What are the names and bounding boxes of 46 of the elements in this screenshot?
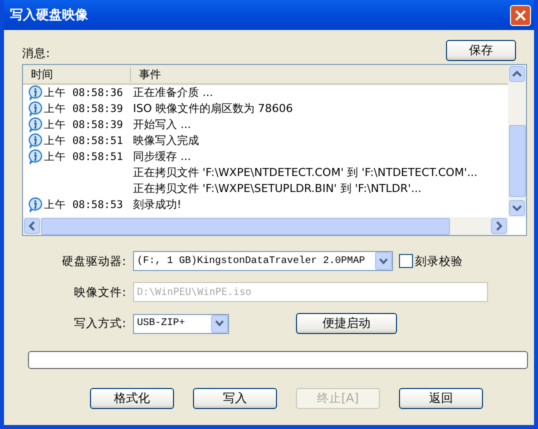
image-file-label: 映像文件: <box>73 284 126 300</box>
info-icon <box>27 133 43 149</box>
column-header[interactable]: 事件 <box>131 66 161 82</box>
scroll-up-button[interactable] <box>509 66 525 82</box>
scroll-down-button[interactable] <box>509 200 525 216</box>
scroll-right-button[interactable] <box>491 218 507 234</box>
action-button[interactable]: 返回 <box>399 388 483 409</box>
info-icon <box>27 197 43 213</box>
time-cell: 上午 08:58:39 <box>44 102 123 116</box>
event-cell-text: 正在准备介质 ... <box>132 86 213 100</box>
scroll-left-button[interactable] <box>24 218 40 234</box>
caret-icon <box>215 320 224 327</box>
event-cell-text: 正在拷贝文件 'F:\WXPE\NTDETECT.COM' 到 'F:\NTDETECT.COM'... <box>132 166 478 180</box>
action-button[interactable]: 写入 <box>193 388 277 409</box>
drive-label: 硬盘驱动器: <box>61 254 126 268</box>
time-cell: 上午 08:58:51 <box>44 134 123 148</box>
info-icon <box>27 85 43 101</box>
event-cell-text: ISO 映像文件的扇区数为 78606 <box>132 102 293 116</box>
time-cell: 上午 08:58:51 <box>44 150 123 164</box>
verify-label: 刻录校验 <box>415 254 463 268</box>
info-icon <box>27 117 43 133</box>
event-cell-text: 正在拷贝文件 'F:\WXPE\SETUPLDR.BIN' 到 'F:\NTLDR'... <box>132 182 422 196</box>
caret-icon <box>379 258 388 264</box>
scroll-thumb[interactable] <box>508 125 526 197</box>
time-cell: 上午 08:58:39 <box>44 118 123 132</box>
action-button[interactable]: 格式化 <box>90 388 174 409</box>
verify-checkbox[interactable] <box>399 254 413 268</box>
info-icon <box>27 149 43 165</box>
time-cell: 上午 08:58:53 <box>44 198 123 212</box>
write-mode-dropdown[interactable]: USB-ZIP+ <box>133 314 229 334</box>
event-cell-text: 同步缓存 ... <box>132 150 191 164</box>
close-button[interactable] <box>510 4 531 26</box>
window-title: 写入硬盘映像 <box>10 6 88 24</box>
column-header[interactable]: 时间 <box>23 66 131 82</box>
event-cell-text: 刻录成功! <box>132 198 182 212</box>
quick-boot-button[interactable]: 便捷启动 <box>296 313 397 334</box>
write-mode-label: 写入方式: <box>73 316 126 331</box>
info-icon <box>27 101 43 117</box>
event-cell-text: 映像写入完成 <box>132 134 199 148</box>
close-icon <box>514 8 527 22</box>
event-cell-text: 开始写入 ... <box>132 118 191 132</box>
scroll-thumb[interactable] <box>41 218 450 234</box>
save-button[interactable]: 保存 <box>446 40 516 61</box>
messages-label: 消息: <box>22 46 50 61</box>
time-cell: 上午 08:58:36 <box>44 86 123 100</box>
drive-dropdown[interactable]: (F:, 1 GB)KingstonDataTraveler 2.0PMAP <box>133 251 393 271</box>
